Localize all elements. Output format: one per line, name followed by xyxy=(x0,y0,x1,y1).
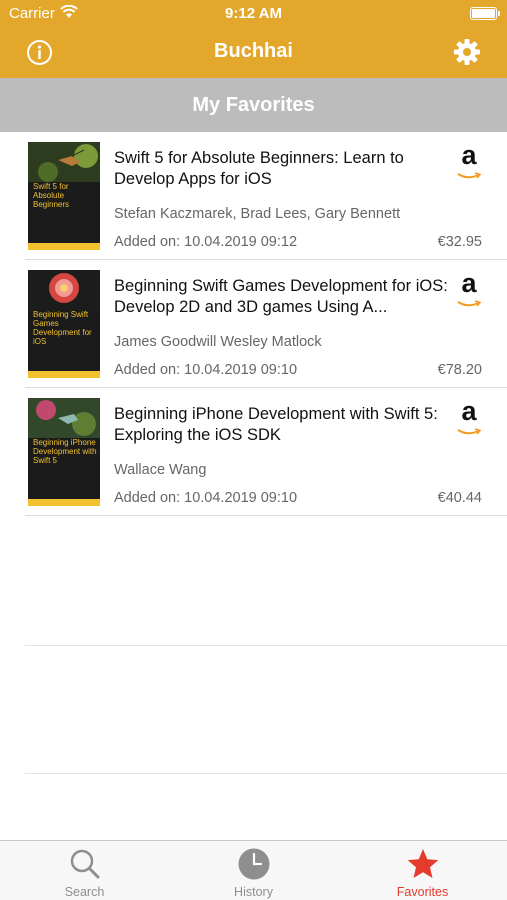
book-title: Beginning Swift Games Development for iO… xyxy=(114,277,448,316)
cover-stripe xyxy=(28,499,100,506)
app-title: Buchhai xyxy=(214,40,293,62)
book-price: €40.44 xyxy=(437,490,482,506)
amazon-smile-icon xyxy=(457,428,482,435)
tab-history[interactable]: History xyxy=(169,841,338,900)
book-price: €78.20 xyxy=(437,362,482,378)
star-icon xyxy=(407,849,439,878)
status-bar: Carrier 9:12 AM xyxy=(0,0,507,28)
tab-label: Search xyxy=(64,885,105,899)
list-item[interactable]: Beginning iPhone Development with Swift … xyxy=(25,388,507,516)
section-header: My Favorites xyxy=(0,78,507,132)
tab-search[interactable]: Search xyxy=(0,841,169,900)
clock-icon xyxy=(238,848,270,880)
tab-label: Favorites xyxy=(396,885,449,899)
book-authors: James Goodwill Wesley Matlock xyxy=(114,334,322,350)
cover-stripe xyxy=(28,371,100,378)
amazon-icon[interactable]: a xyxy=(456,270,482,307)
bird-illustration xyxy=(28,142,100,182)
flower-illustration xyxy=(28,270,100,310)
battery-icon xyxy=(470,7,500,20)
hummingbird-illustration xyxy=(28,398,100,438)
book-title: Swift 5 for Absolute Beginners: Learn to… xyxy=(114,149,404,188)
row-divider xyxy=(25,645,507,646)
list-item[interactable]: Beginning Swift Games Development for iO… xyxy=(25,260,507,388)
gear-icon[interactable] xyxy=(453,38,481,66)
book-added-date: Added on: 10.04.2019 09:10 xyxy=(114,362,298,378)
tab-label: History xyxy=(234,885,273,899)
cover-stripe xyxy=(28,243,100,250)
list-item[interactable]: Swift 5 for Absolute Beginners Swift 5 f… xyxy=(25,132,507,260)
tab-favorites[interactable]: Favorites xyxy=(338,841,507,900)
amazon-icon[interactable]: a xyxy=(456,142,482,179)
favorites-list: Swift 5 for Absolute Beginners Swift 5 f… xyxy=(0,132,507,516)
cover-title: Beginning iPhone Development with Swift … xyxy=(33,438,97,465)
book-cover: Swift 5 for Absolute Beginners xyxy=(28,142,100,250)
row-divider xyxy=(25,773,507,774)
amazon-smile-icon xyxy=(457,300,482,307)
book-authors: Wallace Wang xyxy=(114,462,207,478)
book-added-date: Added on: 10.04.2019 09:10 xyxy=(114,490,298,506)
book-cover: Beginning Swift Games Development for iO… xyxy=(28,270,100,378)
book-authors: Stefan Kaczmarek, Brad Lees, Gary Bennet… xyxy=(114,206,401,222)
book-cover: Beginning iPhone Development with Swift … xyxy=(28,398,100,506)
search-icon xyxy=(70,849,100,879)
book-added-date: Added on: 10.04.2019 09:12 xyxy=(114,234,298,250)
cover-title: Swift 5 for Absolute Beginners xyxy=(33,182,70,209)
book-price: €32.95 xyxy=(437,234,482,250)
status-time: 9:12 AM xyxy=(225,5,282,22)
amazon-smile-icon xyxy=(457,172,482,179)
cover-title: Beginning Swift Games Development for iO… xyxy=(33,310,92,346)
navigation-bar: Buchhai xyxy=(0,28,507,78)
amazon-icon[interactable]: a xyxy=(456,398,482,435)
tab-bar: Search History Favorites xyxy=(0,840,507,900)
book-title: Beginning iPhone Development with Swift … xyxy=(114,405,438,444)
